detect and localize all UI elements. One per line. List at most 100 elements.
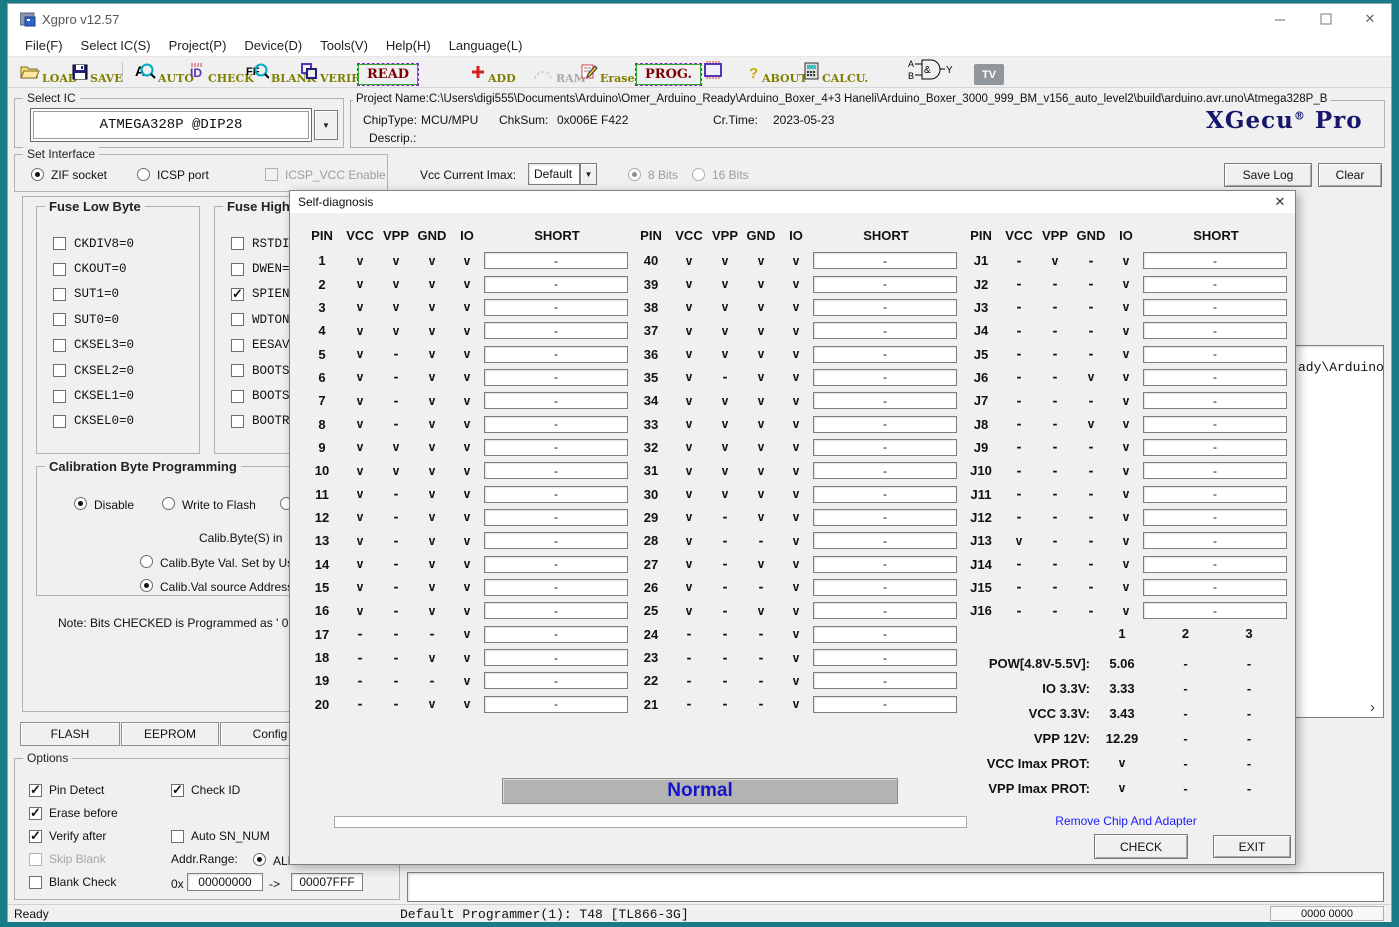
pin-row-26: 26v--v- [631,576,959,599]
pin-vcc-mark: v [671,347,707,361]
pin-short-field: - [484,392,628,409]
dialog-close-icon[interactable]: ✕ [1271,193,1289,211]
toolbar-ram-button[interactable]: RAM [532,59,586,87]
option-checkbox[interactable] [29,807,42,820]
tab-eeprom[interactable]: EEPROM [121,722,219,746]
close-button[interactable]: ✕ [1348,4,1392,34]
remove-chip-link[interactable]: Remove Chip And Adapter [1046,814,1206,828]
save-log-button[interactable]: Save Log [1224,163,1312,187]
toolbar-tv-button[interactable]: TV [974,59,1004,87]
fuse-high-checkbox-boots[interactable] [231,364,244,377]
fuse-low-checkbox-sut1=0[interactable] [53,288,66,301]
toolbar-prog-button[interactable]: PROG. [636,59,701,87]
calib-write-flash-radio[interactable] [162,497,175,510]
pin-io-mark: v [779,394,813,408]
option-checkbox[interactable] [29,784,42,797]
pin-row-j2: J2---v- [961,272,1289,295]
range-to-input[interactable]: 00007FFF [291,873,363,891]
option-checkbox[interactable] [29,830,42,843]
pin-vpp-mark: - [1037,440,1073,454]
menu-language[interactable]: Language(L) [440,38,532,53]
toolbar-check-button[interactable]: IDCHECK [188,59,254,87]
pin-gnd-mark: v [414,557,450,571]
calib-byte-user-radio[interactable] [140,555,153,568]
dialog-title-bar[interactable]: Self-diagnosis [290,191,1295,213]
svg-text:?: ? [749,65,758,80]
menu-device[interactable]: Device(D) [235,38,311,53]
check-button[interactable]: CHECK [1094,834,1188,859]
addr-range-row: Addr.Range: [171,852,238,866]
pin-table-40-21: PINVCCVPPGNDIOSHORT40vvvv-39vvvv-38vvvv-… [631,221,959,716]
option-checkbox[interactable] [171,830,184,843]
fuse-high-checkbox-spien[interactable] [231,288,244,301]
fuse-low-checkbox-cksel3=0[interactable] [53,339,66,352]
menu-tools[interactable]: Tools(V) [311,38,377,53]
minimize-button[interactable] [1258,4,1302,34]
fuse-high-checkbox-rstdi[interactable] [231,237,244,250]
menu-help[interactable]: Help(H) [377,38,440,53]
pin-row-j12: J12---v- [961,506,1289,529]
toolbar-about-button[interactable]: ?ABOUT [748,59,807,87]
pin-number: 34 [631,393,671,408]
fuse-low-checkbox-ckdiv8=0[interactable] [53,237,66,250]
toolbar-calcu-button[interactable]: CALCU. [804,59,868,87]
tab-flash[interactable]: FLASH [20,722,120,746]
option-checkbox[interactable] [171,784,184,797]
fuse-high-label: DWEN= [252,262,290,276]
menu-file[interactable]: File(F) [16,38,72,53]
fuse-low-checkbox-sut0=0[interactable] [53,313,66,326]
pin-row-30: 30vvvv- [631,482,959,505]
options-legend: Options [23,751,72,765]
toolbar-read-button[interactable]: READ [358,59,418,87]
maximize-button[interactable] [1304,4,1348,34]
pin-row-36: 36vvvv- [631,342,959,365]
fuse-high-label: BOOTS [252,389,290,403]
menu-project[interactable]: Project(P) [160,38,236,53]
pin-number: 25 [631,603,671,618]
pin-vpp-mark: - [707,370,743,384]
icsp-port-radio[interactable] [137,168,150,181]
calib-val-source-radio[interactable] [140,579,153,592]
fuse-high-checkbox-wdton[interactable] [231,313,244,326]
ic-selector[interactable]: ATMEGA328P @DIP28 [30,108,312,142]
exit-button[interactable]: EXIT [1213,835,1291,858]
menu-select-ic[interactable]: Select IC(S) [72,38,160,53]
pin-io-mark: v [1109,394,1143,408]
calib-disable-radio[interactable] [74,497,87,510]
fuse-high-checkbox-eesavi[interactable] [231,339,244,352]
fuse-high-checkbox-dwen=[interactable] [231,263,244,276]
pin-row-8: 8v-vv- [302,412,630,435]
toolbar-verify-button[interactable]: VERIFY [300,59,367,87]
fuse-low-checkbox-cksel2=0[interactable] [53,364,66,377]
pin-number: 38 [631,300,671,315]
fuse-high-checkbox-bootr[interactable] [231,415,244,428]
vcc-imax-select[interactable]: Default [528,163,580,185]
ic-selector-dropdown-button[interactable]: ▼ [314,110,338,140]
option-checkbox[interactable] [29,876,42,889]
toolbar-add-button[interactable]: ADD [470,59,516,87]
fuse-low-checkbox-cksel1=0[interactable] [53,390,66,403]
scroll-right-arrow-icon[interactable]: › [1370,699,1375,716]
fuse-low-checkbox-ckout=0[interactable] [53,263,66,276]
prog-box-label: PROG. [636,64,701,85]
toolbar-save-button[interactable]: SAVE [72,59,123,87]
range-from-input[interactable]: 00000000 [187,873,263,891]
clear-button[interactable]: Clear [1318,163,1382,187]
toolbar-load-button[interactable]: LOAD [20,59,77,87]
pin-io-mark: v [450,487,484,501]
pin-gnd-mark: v [414,440,450,454]
toolbar-erase-button[interactable]: Erase [580,59,635,87]
fuse-low-checkbox-cksel0=0[interactable] [53,415,66,428]
fuse-high-checkbox-boots[interactable] [231,390,244,403]
pin-short-field: - [813,392,957,409]
vcc-imax-dropdown-button[interactable]: ▼ [580,163,597,185]
toolbar-gate-button[interactable]: AB&Y [908,59,954,87]
measure-label: IO 3.3V: [960,681,1090,696]
toolbar-chip-button[interactable] [702,59,724,87]
zif-socket-radio[interactable] [31,168,44,181]
measure-value: - [1154,656,1217,671]
addr-range-all-radio[interactable] [253,853,266,866]
toolbar-auto-button[interactable]: AAUTO [134,59,194,87]
pin-number: J2 [961,277,1001,292]
pin-short-field: - [1143,322,1287,339]
